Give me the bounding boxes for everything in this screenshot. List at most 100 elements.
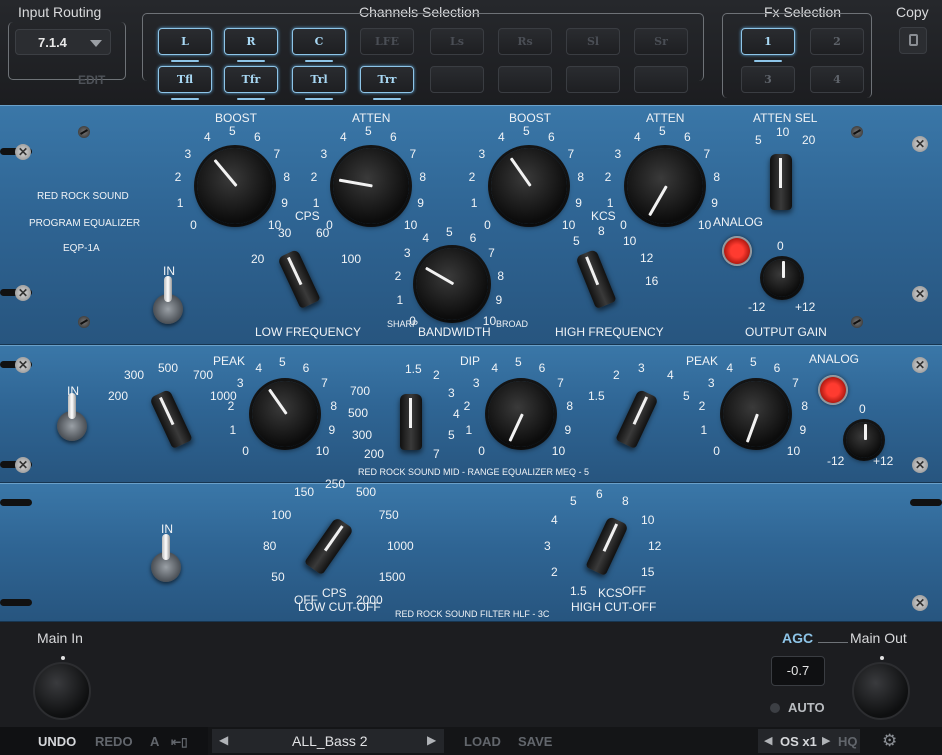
meq-dip-tick: 7 xyxy=(433,447,440,461)
meq-high-freq-switch[interactable] xyxy=(615,388,659,450)
meq-low-freq-switch[interactable] xyxy=(149,388,193,450)
channel-button-sl[interactable]: Sl xyxy=(566,28,620,55)
low-cutoff-switch[interactable] xyxy=(303,516,355,576)
copy-button[interactable] xyxy=(899,27,927,54)
oversampling-value[interactable]: OS x1 xyxy=(780,734,817,749)
dial-tick-meq-dip: 8 xyxy=(566,398,574,413)
os-next-icon[interactable]: ▶ xyxy=(822,734,830,747)
fx-slot-3[interactable]: 3 xyxy=(741,66,795,93)
channel-button-empty xyxy=(634,66,688,93)
meq-analog-lamp[interactable] xyxy=(818,375,848,405)
meq-in-toggle[interactable] xyxy=(57,393,87,441)
ab-copy-icon[interactable]: ⇤▯ xyxy=(171,735,195,749)
meq-gain-knob[interactable] xyxy=(846,422,882,458)
dial-tick-meq-high: 9 xyxy=(799,423,807,438)
dial-tick-low-atten: 5 xyxy=(365,124,372,138)
redo-button[interactable]: REDO xyxy=(95,734,133,749)
os-prev-icon[interactable]: ◀ xyxy=(764,734,772,747)
meq-low-peak-knob[interactable] xyxy=(252,381,318,447)
high-cutoff-label: HIGH CUT-OFF xyxy=(571,600,657,614)
channel-button-empty xyxy=(566,66,620,93)
auto-led xyxy=(770,703,780,713)
channel-button-sr[interactable]: Sr xyxy=(634,28,688,55)
hlf-in-toggle[interactable] xyxy=(151,534,181,582)
output-gain-knob[interactable] xyxy=(763,259,801,297)
channel-button-c[interactable]: C xyxy=(292,28,346,62)
dial-tick-high-boost: 2 xyxy=(468,170,476,185)
output-gain-label: OUTPUT GAIN xyxy=(745,325,827,339)
channel-button-trl[interactable]: Trl xyxy=(292,66,346,100)
kcs-tick: 5 xyxy=(573,234,580,248)
channel-button-trr[interactable]: Trr xyxy=(360,66,414,100)
dial-tick-high-atten: 8 xyxy=(713,170,720,185)
load-button[interactable]: LOAD xyxy=(464,734,501,749)
input-routing-label: Input Routing xyxy=(18,4,102,20)
eqp-analog-lamp[interactable] xyxy=(722,236,752,266)
main-out-knob[interactable] xyxy=(852,656,910,720)
undo-button[interactable]: UNDO xyxy=(38,734,76,749)
ab-compare-button[interactable]: A xyxy=(150,734,159,749)
channel-button-r[interactable]: R xyxy=(224,28,278,62)
channel-button-l[interactable]: L xyxy=(158,28,212,62)
gear-icon[interactable]: ⚙ xyxy=(882,731,897,751)
meq-dip-freq-switch[interactable] xyxy=(400,394,422,450)
preset-name[interactable]: ALL_Bass 2 xyxy=(292,733,368,749)
channel-button-tfl[interactable]: Tfl xyxy=(158,66,212,100)
scale-tick-high-cut: 15 xyxy=(641,565,655,579)
low-frequency-switch[interactable] xyxy=(277,248,321,310)
fx-slot-2[interactable]: 2 xyxy=(810,28,864,55)
channel-button-lfe[interactable]: LFE xyxy=(360,28,414,55)
preset-prev-icon[interactable]: ◀ xyxy=(219,733,228,747)
dial-tick-meq-high: 3 xyxy=(707,376,715,391)
dial-tick-low-boost: 5 xyxy=(229,124,236,138)
scale-tick-high-cut: 3 xyxy=(544,539,551,553)
channel-button-tfr[interactable]: Tfr xyxy=(224,66,278,100)
meq-dip-tick: 4 xyxy=(453,407,460,421)
eqp-low-atten-knob[interactable] xyxy=(333,148,409,224)
main-in-knob[interactable] xyxy=(33,656,91,720)
eqp-high-boost-knob[interactable] xyxy=(491,148,567,224)
meq-dip-tick: 2 xyxy=(433,368,440,382)
eqp-low-boost-knob[interactable] xyxy=(197,148,273,224)
high-cutoff-switch[interactable] xyxy=(585,515,629,577)
dial-tick-meq-low: 0 xyxy=(242,443,249,458)
high-frequency-label: HIGH FREQUENCY xyxy=(555,325,664,339)
save-button[interactable]: SAVE xyxy=(518,734,552,749)
meq-dip-tick: 200 xyxy=(364,447,385,461)
dial-tick-high-boost: 6 xyxy=(547,129,555,144)
bandwidth-knob[interactable] xyxy=(416,248,488,320)
cps-label: CPS xyxy=(295,209,320,223)
dial-tick-low-atten: 0 xyxy=(326,217,333,232)
dial-tick-meq-high: 2 xyxy=(698,398,706,413)
preset-next-icon[interactable]: ▶ xyxy=(427,733,436,747)
meq-dip-knob[interactable] xyxy=(488,381,554,447)
meq-high-peak-knob[interactable] xyxy=(723,381,789,447)
hq-button[interactable]: HQ xyxy=(838,734,858,749)
low-cutoff-label: LOW CUT-OFF xyxy=(298,600,381,614)
agc-value-display[interactable]: -0.7 xyxy=(771,656,825,686)
routing-dropdown[interactable]: 7.1.4 xyxy=(15,29,111,55)
dial-tick-meq-dip: 4 xyxy=(491,360,499,375)
rack-screw: ✕ xyxy=(912,595,928,611)
channel-button-rs[interactable]: Rs xyxy=(498,28,552,55)
edit-button[interactable]: EDIT xyxy=(78,73,105,87)
dial-tick-high-atten: 4 xyxy=(634,129,641,144)
scale-tick-high-cut: 4 xyxy=(550,513,558,527)
fx-slot-4[interactable]: 4 xyxy=(810,66,864,93)
bandwidth-label: BANDWIDTH xyxy=(418,325,491,339)
meq-dip-tick: 5 xyxy=(448,428,455,442)
dial-tick-bandwidth: 0 xyxy=(409,313,416,328)
fx-slot-1[interactable]: 1 xyxy=(741,28,795,62)
high-frequency-switch[interactable] xyxy=(575,248,617,310)
eqp-high-atten-knob[interactable] xyxy=(627,148,703,224)
dial-tick-meq-high: 1 xyxy=(700,423,708,438)
dial-tick-meq-high: 6 xyxy=(773,360,781,375)
channel-button-ls[interactable]: Ls xyxy=(430,28,484,55)
auto-button[interactable]: AUTO xyxy=(788,700,825,715)
eqp-in-toggle[interactable] xyxy=(153,276,183,324)
eqp-low-atten-label: ATTEN xyxy=(352,111,391,125)
rack-slot xyxy=(910,499,942,506)
meq-high-tick: 4 xyxy=(667,368,674,382)
atten-sel-switch[interactable] xyxy=(770,154,792,210)
dial-tick-high-boost: 1 xyxy=(470,195,478,210)
